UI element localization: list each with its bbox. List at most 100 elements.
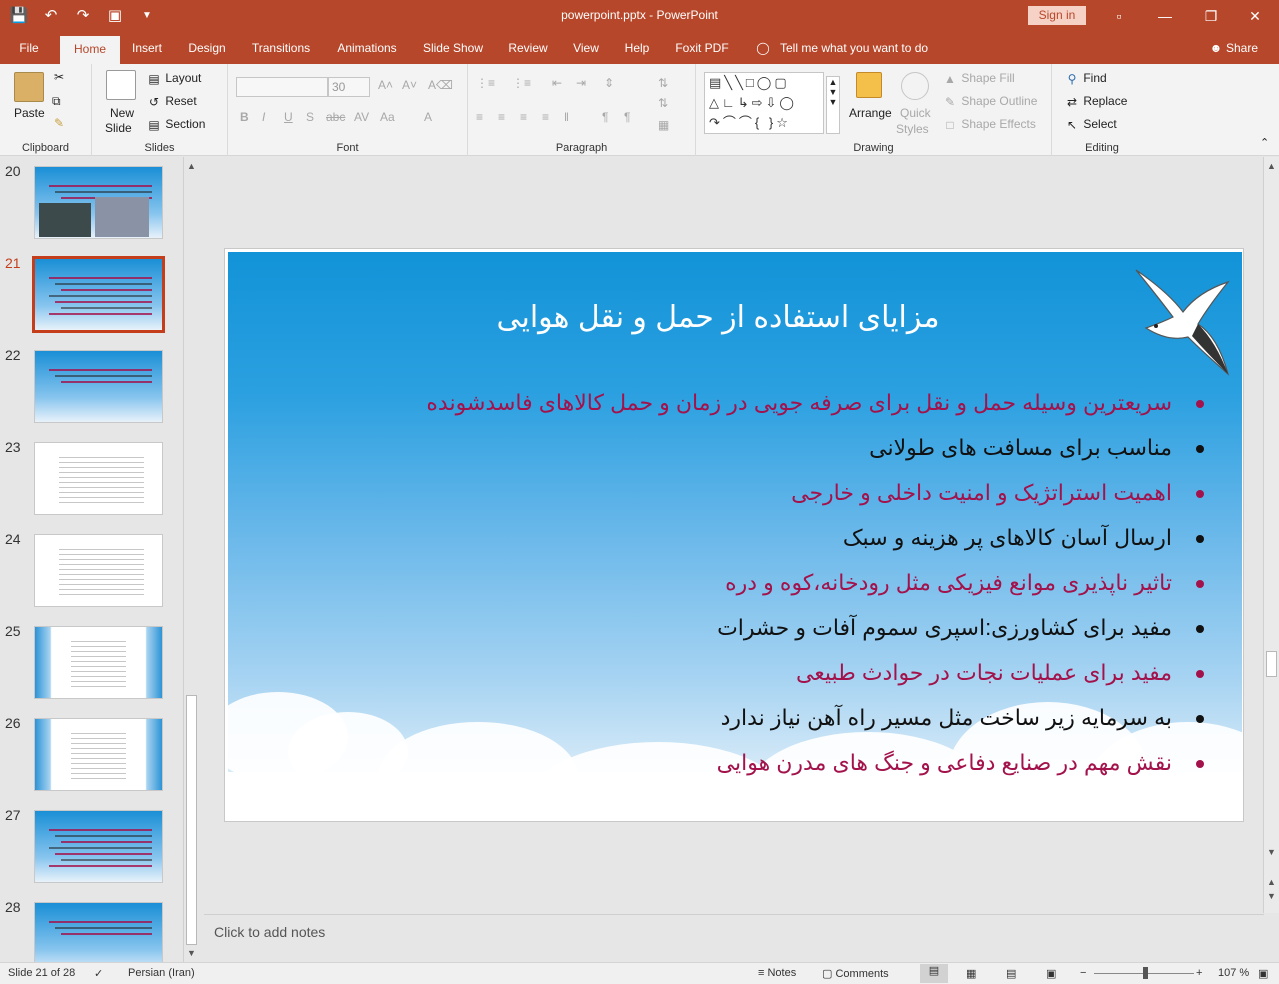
next-slide-icon[interactable]: ▼ xyxy=(1264,889,1279,903)
quick-styles-label-2[interactable]: Styles xyxy=(896,122,929,136)
cut-icon[interactable]: ✂ xyxy=(54,70,64,84)
font-size-combo[interactable]: 30 xyxy=(328,77,370,97)
slideshow-view-icon[interactable]: ▣ xyxy=(1046,967,1056,980)
tab-review[interactable]: Review xyxy=(502,33,554,64)
notes-pane[interactable]: Click to add notes xyxy=(204,914,1264,962)
line-spacing-icon[interactable]: ⇕ xyxy=(604,76,614,90)
columns-icon[interactable]: ‖ xyxy=(564,110,569,124)
italic-button[interactable]: I xyxy=(262,110,265,124)
shape-effects-button[interactable]: □ Shape Effects xyxy=(942,117,1035,132)
slide-bullet[interactable]: اهمیت استراتژیک و امنیت داخلی و خارجی xyxy=(791,480,1204,524)
zoom-in-icon[interactable]: + xyxy=(1196,967,1202,979)
tab-slide-show[interactable]: Slide Show xyxy=(418,33,488,64)
ltr-icon[interactable]: ¶ xyxy=(602,110,608,124)
fit-slide-icon[interactable]: ▣ xyxy=(1258,967,1268,980)
align-right-icon[interactable]: ≡ xyxy=(520,110,527,124)
bullets-icon[interactable]: ⋮≡ xyxy=(476,76,495,90)
slide-thumbnail[interactable]: 26 xyxy=(0,709,185,791)
smartart-icon[interactable]: ▦ xyxy=(658,118,669,132)
bold-button[interactable]: B xyxy=(240,110,249,124)
find-button[interactable]: ⚲ Find xyxy=(1064,71,1107,86)
shrink-font-icon[interactable]: A˅ xyxy=(402,78,417,92)
notes-placeholder[interactable]: Click to add notes xyxy=(214,924,325,940)
font-color-button[interactable]: A xyxy=(424,110,432,124)
maximize-icon[interactable]: ❐ xyxy=(1196,4,1226,28)
tab-animations[interactable]: Animations xyxy=(330,33,404,64)
new-slide-label-2[interactable]: Slide xyxy=(105,121,132,135)
align-center-icon[interactable]: ≡ xyxy=(498,110,505,124)
align-text-icon[interactable]: ⇅ xyxy=(658,96,668,110)
tab-help[interactable]: Help xyxy=(618,33,656,64)
tell-me-search[interactable]: Tell me what you want to do xyxy=(780,33,936,64)
new-slide-label-1[interactable]: New xyxy=(110,106,134,120)
language-indicator[interactable]: Persian (Iran) xyxy=(128,967,195,979)
tab-file[interactable]: File xyxy=(12,33,46,64)
slide-title[interactable]: مزایای استفاده از حمل و نقل هوایی xyxy=(468,300,968,335)
replace-button[interactable]: ⇄ Replace xyxy=(1064,94,1127,109)
shadow-button[interactable]: S xyxy=(306,110,314,124)
arrange-button[interactable]: Arrange xyxy=(849,106,892,120)
shape-fill-button[interactable]: ▲ Shape Fill xyxy=(942,71,1015,86)
tab-insert[interactable]: Insert xyxy=(126,33,168,64)
align-left-icon[interactable]: ≡ xyxy=(476,110,483,124)
decrease-indent-icon[interactable]: ⇤ xyxy=(552,76,562,90)
shapes-gallery[interactable]: ▤╲╲□◯▢ △∟↳⇨⇩◯ ↷⌒⌒{ }☆ xyxy=(704,72,824,134)
slide-thumbnail-image[interactable] xyxy=(34,534,163,607)
slide-bullet[interactable]: مناسب برای مسافت های طولانی xyxy=(869,435,1204,479)
justify-icon[interactable]: ≡ xyxy=(542,110,549,124)
section-button[interactable]: ▤ Section xyxy=(146,117,205,132)
change-case-button[interactable]: Aa xyxy=(380,110,395,124)
slide-thumbnail[interactable]: 23 xyxy=(0,433,185,515)
slide-thumbnail-image[interactable] xyxy=(34,718,163,791)
slide-thumbnail-image[interactable] xyxy=(34,626,163,699)
collapse-ribbon-icon[interactable]: ⌃ xyxy=(1260,136,1269,149)
slide-thumbnail[interactable]: 20 xyxy=(0,157,185,239)
slide-thumbnail[interactable]: 24 xyxy=(0,525,185,607)
scroll-down-icon[interactable]: ▼ xyxy=(1264,845,1279,859)
grow-font-icon[interactable]: A˄ xyxy=(378,78,393,92)
format-painter-icon[interactable]: ✎ xyxy=(54,116,64,130)
slide-bullet[interactable]: مفید برای عملیات نجات در حوادث طبیعی xyxy=(796,660,1204,704)
sign-in-button[interactable]: Sign in xyxy=(1028,6,1086,25)
close-icon[interactable]: ✕ xyxy=(1240,4,1270,28)
slide-thumbnail-image[interactable] xyxy=(34,166,163,239)
strikethrough-button[interactable]: abc xyxy=(326,110,345,124)
spellcheck-icon[interactable]: ✓ xyxy=(94,967,103,980)
scroll-down-icon[interactable]: ▼ xyxy=(184,946,199,960)
slide-bullet[interactable]: به سرمایه زیر ساخت مثل مسیر راه آهن نیاز… xyxy=(721,705,1204,749)
previous-slide-icon[interactable]: ▲ xyxy=(1264,875,1279,889)
text-direction-icon[interactable]: ⇅ xyxy=(658,76,668,90)
slide-bullet[interactable]: مفید برای کشاورزی:اسپری سموم آفات و حشرا… xyxy=(717,615,1204,659)
quick-styles-icon[interactable] xyxy=(901,72,929,100)
scroll-up-icon[interactable]: ▲ xyxy=(184,159,199,173)
ribbon-display-icon[interactable]: ▫ xyxy=(1104,4,1134,28)
normal-view-icon[interactable]: ▤ xyxy=(920,964,948,983)
slide-sorter-icon[interactable]: ▦ xyxy=(966,967,976,980)
arrange-icon[interactable] xyxy=(856,72,882,98)
underline-button[interactable]: U xyxy=(284,110,293,124)
shape-outline-button[interactable]: ✎ Shape Outline xyxy=(942,94,1037,109)
slide-bullet[interactable]: تاثیر ناپذیری موانع فیزیکی مثل رودخانه،ک… xyxy=(725,570,1204,614)
paste-icon[interactable] xyxy=(14,72,44,102)
slide-thumbnail-image[interactable] xyxy=(32,256,165,333)
quick-styles-label-1[interactable]: Quick xyxy=(900,106,931,120)
slide-thumbnail-image[interactable] xyxy=(34,350,163,423)
rtl-icon[interactable]: ¶ xyxy=(624,110,630,124)
scroll-up-icon[interactable]: ▲ xyxy=(1264,159,1279,173)
slide-bullet[interactable]: ارسال آسان کالاهای پر هزینه و سبک xyxy=(843,525,1204,569)
slide-thumbnail[interactable]: 22 xyxy=(0,341,185,423)
char-spacing-button[interactable]: AV xyxy=(354,110,369,124)
font-name-combo[interactable] xyxy=(236,77,328,97)
clear-format-icon[interactable]: A⌫ xyxy=(428,78,453,92)
tab-transitions[interactable]: Transitions xyxy=(246,33,316,64)
tab-view[interactable]: View xyxy=(566,33,606,64)
scroll-thumb[interactable] xyxy=(186,695,197,945)
tab-home[interactable]: Home xyxy=(60,36,120,64)
slide-thumbnail[interactable]: 25 xyxy=(0,617,185,699)
comments-button[interactable]: ▢ Comments xyxy=(822,967,889,980)
zoom-out-icon[interactable]: − xyxy=(1080,967,1086,979)
tab-foxit-pdf[interactable]: Foxit PDF xyxy=(670,33,734,64)
slide-thumbnail-image[interactable] xyxy=(34,442,163,515)
slide-thumbnail-image[interactable] xyxy=(34,810,163,883)
scroll-thumb[interactable] xyxy=(1266,651,1277,677)
